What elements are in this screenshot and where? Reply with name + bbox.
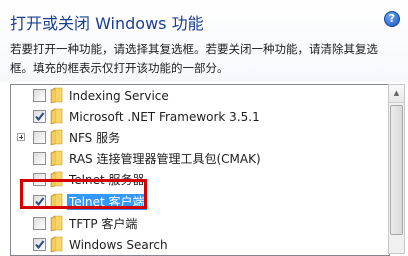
feature-row-cmak[interactable]: RAS 连接管理器管理工具包(CMAK) — [11, 148, 389, 170]
feature-checkbox[interactable] — [33, 217, 46, 230]
feature-checkbox[interactable] — [33, 131, 46, 144]
folder-icon — [49, 150, 65, 167]
feature-label: Microsoft .NET Framework 3.5.1 — [69, 110, 260, 124]
feature-row-tftp-client[interactable]: TFTP 客户端 — [11, 213, 389, 235]
feature-checkbox[interactable] — [33, 89, 46, 102]
folder-icon — [49, 108, 65, 125]
instructions-line-1: 若要打开一种功能，请选择其复选框。若要关闭一种功能，请清除其复选 — [10, 42, 378, 56]
checkmark-icon — [35, 197, 45, 207]
feature-row-telnet-client[interactable]: Telnet 客户端 — [11, 191, 389, 213]
scrollbar-thumb[interactable] — [390, 105, 403, 235]
feature-label: Telnet 客户端 — [67, 194, 147, 210]
feature-checkbox[interactable] — [33, 238, 46, 251]
expand-plus-icon[interactable] — [17, 133, 25, 141]
feature-checkbox[interactable] — [33, 195, 46, 208]
feature-row-telnet-server[interactable]: Telnet 服务器 — [11, 169, 389, 191]
feature-label: Indexing Service — [69, 89, 169, 103]
feature-label: Telnet 服务器 — [69, 173, 145, 187]
feature-row-windows-search[interactable]: Windows Search — [11, 234, 389, 255]
dialog-title: 打开或关闭 Windows 功能 — [10, 14, 204, 33]
feature-checkbox[interactable] — [33, 173, 46, 186]
help-icon[interactable]: ? — [384, 11, 400, 27]
checkmark-icon — [35, 240, 45, 250]
folder-icon — [49, 87, 65, 104]
folder-icon — [49, 129, 65, 146]
vertical-scrollbar[interactable]: ▲ — [388, 84, 405, 254]
feature-tree[interactable]: Indexing Service Microsoft .NET Framewor… — [10, 84, 390, 256]
feature-checkbox[interactable] — [33, 152, 46, 165]
feature-row-indexing-service[interactable]: Indexing Service — [11, 85, 389, 107]
feature-checkbox[interactable] — [33, 110, 46, 123]
feature-row-nfs[interactable]: NFS 服务 — [11, 127, 389, 149]
feature-label: TFTP 客户端 — [69, 217, 138, 231]
folder-icon — [49, 236, 65, 253]
checkmark-icon — [35, 112, 45, 122]
scroll-up-arrow-icon[interactable]: ▲ — [389, 85, 404, 103]
feature-label: RAS 连接管理器管理工具包(CMAK) — [69, 152, 261, 166]
feature-label: Windows Search — [69, 238, 168, 252]
feature-label: NFS 服务 — [69, 131, 121, 145]
instructions-text: 若要打开一种功能，请选择其复选框。若要关闭一种功能，请清除其复选 框。填充的框表… — [10, 40, 400, 78]
instructions-line-2: 框。填充的框表示仅打开该功能的一部分。 — [10, 61, 229, 75]
folder-icon — [49, 215, 65, 232]
feature-row-dotnet[interactable]: Microsoft .NET Framework 3.5.1 — [11, 106, 389, 128]
folder-icon — [49, 171, 65, 188]
folder-icon — [49, 193, 65, 210]
